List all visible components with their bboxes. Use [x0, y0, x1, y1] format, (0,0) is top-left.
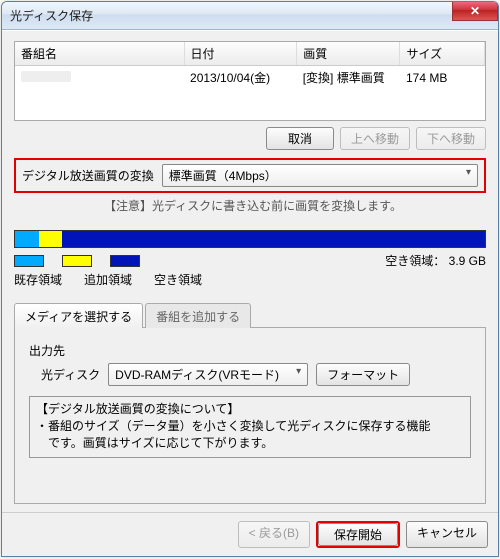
usage-free-seg: [62, 231, 485, 247]
dialog-footer: < 戻る(B) 保存開始 キャンセル: [2, 512, 498, 556]
usage-legend-labels: 既存領域 追加領域 空き領域: [14, 271, 486, 288]
info-box: 【デジタル放送画質の変換について】 ・番組のサイズ（データ量）を小さく変換して光…: [29, 396, 471, 458]
output-disc-label: 光ディスク: [41, 366, 100, 383]
legend-existing-swatch: [14, 255, 44, 267]
col-size[interactable]: サイズ: [400, 42, 485, 66]
tab-select-media[interactable]: メディアを選択する: [14, 303, 143, 328]
cell-quality: [変換] 標準画質: [297, 66, 400, 90]
legend-existing-label: 既存領域: [14, 271, 66, 288]
cancel-op-button[interactable]: 取消: [266, 127, 334, 150]
program-name-blurred: [21, 71, 71, 82]
format-button[interactable]: フォーマット: [316, 363, 410, 386]
window-controls: ✕: [452, 2, 498, 21]
col-date[interactable]: 日付: [184, 42, 297, 66]
disk-usage-bar: [14, 230, 486, 248]
legend-free-swatch: [110, 255, 140, 267]
tabs: メディアを選択する 番組を追加する: [14, 303, 486, 328]
info-title: 【デジタル放送画質の変換について】: [36, 401, 464, 418]
info-body1: ・番組のサイズ（データ量）を小さく変換して光ディスクに保存する機能: [36, 418, 464, 435]
quality-convert-row: デジタル放送画質の変換 標準画質（4Mbps）: [14, 158, 486, 193]
cell-date: 2013/10/04(金): [184, 66, 297, 90]
program-table[interactable]: 番組名 日付 画質 サイズ 2013/10/04(金) [変換] 標準画質 17…: [14, 41, 486, 121]
col-quality[interactable]: 画質: [297, 42, 400, 66]
back-button: < 戻る(B): [238, 521, 310, 548]
move-down-button: 下へ移動: [416, 127, 486, 150]
col-program[interactable]: 番組名: [15, 42, 184, 66]
output-disc-select[interactable]: DVD-RAMディスク(VRモード): [108, 363, 308, 386]
usage-existing-seg: [15, 231, 39, 247]
move-up-button: 上へ移動: [340, 127, 410, 150]
usage-added-seg: [39, 231, 63, 247]
list-buttons: 取消 上へ移動 下へ移動: [14, 127, 486, 150]
legend-added-swatch: [62, 255, 92, 267]
free-space-label: 空き領域： 3.9 GB: [385, 252, 486, 269]
quality-convert-label: デジタル放送画質の変換: [22, 167, 154, 184]
usage-legend: 空き領域： 3.9 GB: [14, 252, 486, 269]
quality-convert-select[interactable]: 標準画質（4Mbps）: [162, 164, 478, 187]
cancel-button[interactable]: キャンセル: [406, 521, 488, 548]
client-area: 番組名 日付 画質 サイズ 2013/10/04(金) [変換] 標準画質 17…: [2, 30, 498, 512]
close-icon[interactable]: ✕: [452, 2, 498, 21]
info-body2: です。画質はサイズに応じて下がります。: [36, 435, 464, 452]
cell-size: 174 MB: [400, 66, 485, 90]
output-section: 出力先 光ディスク DVD-RAMディスク(VRモード) フォーマット: [29, 342, 471, 386]
table-row[interactable]: 2013/10/04(金) [変換] 標準画質 174 MB: [15, 66, 485, 90]
legend-free-label: 空き領域: [154, 271, 206, 288]
dialog-window: 光ディスク保存 ✕ 番組名 日付 画質 サイズ 2013/10/04(金) [変…: [1, 1, 499, 557]
tab-pane: 出力先 光ディスク DVD-RAMディスク(VRモード) フォーマット 【デジタ…: [14, 327, 486, 504]
legend-added-label: 追加領域: [84, 271, 136, 288]
titlebar[interactable]: 光ディスク保存 ✕: [2, 2, 498, 30]
quality-convert-note: 【注意】光ディスクに書き込む前に画質を変換します。: [14, 197, 486, 214]
window-title: 光ディスク保存: [10, 7, 93, 24]
save-start-button[interactable]: 保存開始: [318, 523, 398, 546]
tab-add-program[interactable]: 番組を追加する: [145, 303, 251, 328]
output-section-label: 出力先: [29, 342, 471, 359]
